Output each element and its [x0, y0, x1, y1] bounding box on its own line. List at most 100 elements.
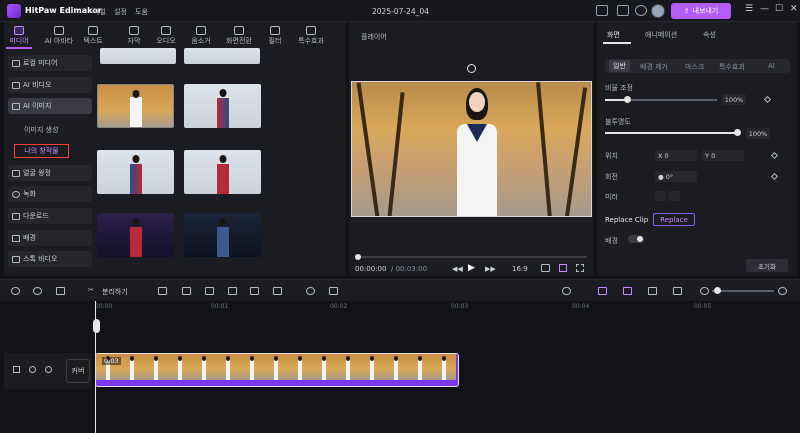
image-thumbnail[interactable]	[184, 84, 261, 128]
subtab-general[interactable]: 일반	[609, 60, 630, 72]
text-icon[interactable]	[182, 287, 191, 295]
resize-icon[interactable]	[228, 287, 237, 295]
image-thumbnail[interactable]	[184, 48, 260, 64]
image-thumbnail[interactable]	[184, 150, 261, 194]
tab-animation[interactable]: 애니메이션	[645, 30, 677, 40]
tab-screen[interactable]: 화면	[607, 30, 620, 40]
replace-button[interactable]: Replace	[653, 213, 695, 226]
rotate-handle-icon[interactable]	[467, 64, 476, 73]
delete-icon[interactable]	[56, 287, 65, 295]
scale-value[interactable]: 100%	[722, 94, 746, 105]
close-icon[interactable]: ✕	[790, 4, 798, 14]
crop-icon[interactable]	[205, 287, 214, 295]
align-icon[interactable]	[273, 287, 282, 295]
zoom-slider-knob[interactable]	[714, 287, 721, 294]
nav-image-generate[interactable]: 이미지 생성	[24, 125, 58, 135]
maximize-icon[interactable]: ☐	[775, 4, 783, 14]
nav-ai-image[interactable]: AI 이미지	[8, 98, 92, 114]
microphone-icon[interactable]	[562, 287, 571, 295]
cover-button[interactable]: 커버	[66, 359, 90, 383]
image-thumbnail[interactable]	[100, 48, 176, 64]
zoom-out-icon[interactable]	[700, 287, 709, 295]
scale-slider-knob[interactable]	[624, 96, 631, 103]
message-icon[interactable]	[596, 5, 608, 16]
tab-text[interactable]: 텍스트	[80, 22, 106, 49]
link-icon[interactable]	[598, 287, 607, 295]
nav-stock-video[interactable]: 스톡 비디오	[8, 251, 92, 267]
feedback-icon[interactable]	[617, 5, 629, 16]
image-icon[interactable]	[329, 287, 338, 295]
nav-my-creations[interactable]: 나의 창작물	[14, 144, 69, 158]
image-thumbnail[interactable]	[184, 213, 261, 257]
tab-properties[interactable]: 속성	[703, 30, 716, 40]
person-icon[interactable]	[306, 287, 315, 295]
export-button[interactable]: ⇪ 내보내기	[671, 3, 731, 19]
nav-local-media[interactable]: 로컬 미디어	[8, 55, 92, 71]
next-frame-icon[interactable]: ▶▶	[485, 265, 496, 273]
timeline[interactable]: 00:00 00:01 00:02 00:03 00:04 00:05 커버 0…	[0, 301, 800, 433]
video-preview[interactable]	[351, 81, 592, 217]
redo-icon[interactable]	[33, 287, 42, 295]
tab-subtitle[interactable]: 자막	[124, 22, 144, 49]
subtab-mask[interactable]: 마스크	[685, 62, 704, 72]
tab-filter[interactable]: 필터	[266, 22, 284, 49]
aspect-ratio-select[interactable]: 16:9	[512, 265, 528, 273]
split-audio-icon[interactable]	[648, 287, 657, 295]
minimize-icon[interactable]: —	[760, 4, 769, 14]
image-thumbnail[interactable]	[97, 213, 174, 257]
flip-vertical-icon[interactable]	[669, 191, 680, 201]
image-thumbnail-selected[interactable]	[97, 84, 174, 128]
snapshot-icon[interactable]	[541, 264, 550, 272]
scrubber-knob[interactable]	[355, 254, 361, 260]
scissors-icon[interactable]: ✂	[88, 286, 97, 294]
nav-ai-video[interactable]: AI 비디오	[8, 77, 92, 93]
opacity-slider-knob[interactable]	[734, 129, 741, 136]
subtab-effects[interactable]: 특수효과	[719, 62, 745, 72]
tab-stickers[interactable]: 음소거	[188, 22, 214, 49]
video-clip[interactable]: 0:03	[95, 353, 459, 387]
flip-horizontal-icon[interactable]	[655, 191, 666, 201]
menu-icon[interactable]: ☰	[745, 4, 753, 14]
playhead-line[interactable]	[95, 301, 96, 433]
background-toggle[interactable]	[628, 235, 644, 243]
prev-frame-icon[interactable]: ◀◀	[452, 265, 463, 273]
shield-icon[interactable]	[158, 287, 167, 295]
rotation-field[interactable]: ● 0°	[655, 171, 697, 182]
nav-face-swap[interactable]: 얼굴 왕정	[8, 165, 92, 181]
image-thumbnail[interactable]	[97, 150, 174, 194]
position-y-field[interactable]: Y 0	[702, 150, 744, 161]
position-x-field[interactable]: X 0	[655, 150, 697, 161]
mirror-icon[interactable]	[250, 287, 259, 295]
menu-help[interactable]: 도움	[135, 7, 148, 17]
eye-icon[interactable]	[29, 366, 36, 373]
menu-settings[interactable]: 설정	[114, 7, 127, 17]
subtab-bg-remove[interactable]: 배경 제거	[640, 62, 668, 72]
tab-effects[interactable]: 특수효과	[293, 22, 329, 49]
nav-download[interactable]: 다운로드	[8, 208, 92, 224]
keyframe-icon[interactable]	[770, 151, 779, 160]
grid-icon[interactable]	[559, 264, 567, 272]
keyframe-icon[interactable]	[763, 95, 772, 104]
play-icon[interactable]: ▶	[468, 263, 475, 273]
nav-record[interactable]: 녹화	[8, 186, 92, 202]
menu-file[interactable]: 파일	[93, 7, 106, 17]
undo-icon[interactable]	[11, 287, 20, 295]
playback-scrubber[interactable]	[355, 256, 587, 258]
reset-button[interactable]: 초기화	[746, 259, 788, 272]
audio-icon[interactable]	[45, 366, 52, 373]
zoom-slider[interactable]	[712, 290, 774, 292]
tab-audio[interactable]: 오디오	[153, 22, 179, 49]
keyframe-icon[interactable]	[770, 172, 779, 181]
split-button[interactable]: 분리하기	[102, 287, 128, 297]
magnet-icon[interactable]	[623, 287, 632, 295]
fullscreen-icon[interactable]	[576, 264, 584, 272]
tab-media[interactable]: 미디어	[6, 22, 32, 49]
opacity-value[interactable]: 100%	[746, 128, 770, 139]
subtab-ai[interactable]: AI	[768, 62, 775, 70]
download-icon[interactable]	[635, 5, 647, 16]
user-avatar[interactable]	[651, 4, 665, 18]
nav-background[interactable]: 배경	[8, 230, 92, 246]
zoom-in-icon[interactable]	[778, 287, 787, 295]
tab-transition[interactable]: 화면전환	[223, 22, 255, 49]
tab-ai-avatar[interactable]: AI 아바타	[42, 22, 76, 49]
